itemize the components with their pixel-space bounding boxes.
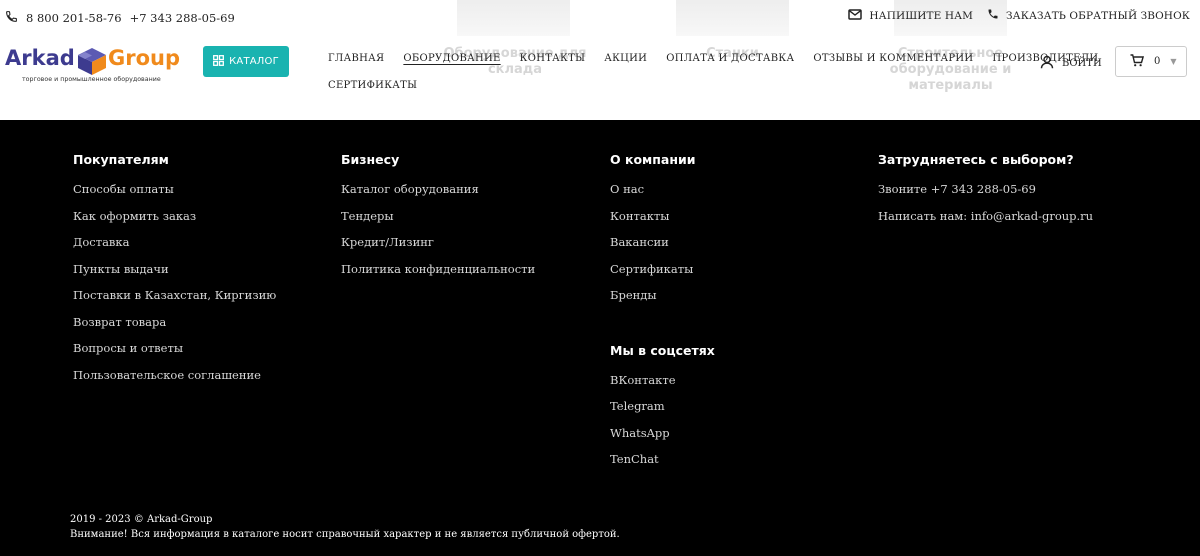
top-bar: 8 800 201-58-76 +7 343 288-05-69 НАПИШИТ… [0, 0, 1200, 32]
nav-item-equipment[interactable]: ОБОРУДОВАНИЕ [403, 52, 500, 66]
phone-number-2[interactable]: +7 343 288-05-69 [130, 11, 235, 25]
footer-link[interactable]: Бренды [610, 288, 715, 315]
footer-link[interactable]: Контакты [610, 209, 715, 236]
copyright-text: 2019 - 2023 © Arkad-Group [70, 514, 213, 525]
footer-link[interactable]: Вопросы и ответы [73, 341, 276, 368]
main-nav: ГЛАВНАЯ ОБОРУДОВАНИЕ КОНТАКТЫ АКЦИИ ОПЛА… [328, 52, 1098, 93]
social-link-telegram[interactable]: Telegram [610, 399, 715, 426]
social-link-vk[interactable]: ВКонтакте [610, 373, 715, 400]
chevron-down-icon: ▼ [1170, 57, 1177, 66]
footer-phone-link[interactable]: Звоните +7 343 288-05-69 [878, 182, 1093, 209]
footer-link[interactable]: Вакансии [610, 235, 715, 262]
site-footer: Покупателям Способы оплаты Как оформить … [0, 120, 1200, 556]
footer-column-title: О компании [610, 152, 696, 167]
footer-column-title: Покупателям [73, 152, 169, 167]
nav-item-payment-delivery[interactable]: ОПЛАТА И ДОСТАВКА [666, 52, 794, 66]
login-button[interactable]: ВОЙТИ [1040, 55, 1102, 72]
catalog-button-label: КАТАЛОГ [229, 56, 279, 67]
footer-link[interactable]: Пользовательское соглашение [73, 368, 276, 395]
footer-link[interactable]: Как оформить заказ [73, 209, 276, 236]
nav-item-promotions[interactable]: АКЦИИ [604, 52, 647, 66]
nav-item-home[interactable]: ГЛАВНАЯ [328, 52, 384, 66]
login-label: ВОЙТИ [1062, 58, 1102, 69]
write-us-label: НАПИШИТЕ НАМ [869, 9, 974, 22]
footer-link[interactable]: Кредит/Лизинг [341, 235, 535, 262]
callback-link[interactable]: ЗАКАЗАТЬ ОБРАТНЫЙ ЗВОНОК [987, 8, 1190, 23]
footer-column-title: Затрудняетесь с выбором? [878, 152, 1074, 167]
site-logo[interactable]: Arkad Group торговое и промышленное обор… [5, 44, 185, 88]
social-link-whatsapp[interactable]: WhatsApp [610, 426, 715, 453]
footer-column-buyers: Покупателям Способы оплаты Как оформить … [73, 152, 276, 394]
cart-button[interactable]: 0 ▼ [1115, 46, 1187, 77]
footer-email-link[interactable]: Написать нам: info@arkad-group.ru [878, 209, 1093, 236]
social-link-tenchat[interactable]: TenChat [610, 452, 715, 479]
write-us-link[interactable]: НАПИШИТЕ НАМ [848, 8, 974, 23]
footer-column-title: Бизнесу [341, 152, 400, 167]
catalog-button[interactable]: КАТАЛОГ [203, 46, 289, 77]
mail-icon [848, 8, 863, 23]
social-links: ВКонтакте Telegram WhatsApp TenChat [610, 373, 715, 479]
grid-icon [213, 54, 225, 69]
phone-icon [5, 8, 18, 27]
footer-column-help: Затрудняетесь с выбором? Звоните +7 343 … [878, 152, 1093, 235]
user-icon [1040, 55, 1054, 72]
phone-number-1[interactable]: 8 800 201-58-76 [26, 11, 122, 25]
cart-icon [1130, 52, 1145, 71]
nav-item-certificates[interactable]: СЕРТИФИКАТЫ [328, 79, 417, 93]
logo-tagline: торговое и промышленное оборудование [22, 76, 161, 83]
copyright-block: 2019 - 2023 © Arkad-Group Внимание! Вся … [70, 513, 620, 542]
footer-link[interactable]: Каталог оборудования [341, 182, 535, 209]
footer-link[interactable]: Сертификаты [610, 262, 715, 289]
footer-link[interactable]: Поставки в Казахстан, Киргизию [73, 288, 276, 315]
top-actions: НАПИШИТЕ НАМ ЗАКАЗАТЬ ОБРАТНЫЙ ЗВОНОК [848, 8, 1190, 23]
phone-block: 8 800 201-58-76 +7 343 288-05-69 [5, 8, 235, 27]
footer-link[interactable]: Тендеры [341, 209, 535, 236]
footer-link[interactable]: Способы оплаты [73, 182, 276, 209]
footer-link[interactable]: О нас [610, 182, 715, 209]
disclaimer-text: Внимание! Вся информация в каталоге носи… [70, 528, 620, 540]
footer-link[interactable]: Доставка [73, 235, 276, 262]
social-section-title: Мы в соцсетях [610, 342, 715, 358]
logo-word-group: Group [108, 46, 181, 70]
nav-item-reviews[interactable]: ОТЗЫВЫ И КОММЕНТАРИИ [813, 52, 973, 66]
callback-label: ЗАКАЗАТЬ ОБРАТНЫЙ ЗВОНОК [1006, 9, 1190, 22]
footer-link[interactable]: Пункты выдачи [73, 262, 276, 289]
site-header: Оборудование для склада Станки Строитель… [0, 0, 1200, 120]
nav-item-contacts[interactable]: КОНТАКТЫ [520, 52, 586, 66]
logo-word-arkad: Arkad [5, 46, 75, 70]
cart-count: 0 [1154, 56, 1161, 67]
footer-column-company: О компании О нас Контакты Вакансии Серти… [610, 152, 715, 479]
footer-column-business: Бизнесу Каталог оборудования Тендеры Кре… [341, 152, 535, 288]
footer-link[interactable]: Политика конфиденциальности [341, 262, 535, 289]
footer-link[interactable]: Возврат товара [73, 315, 276, 342]
phone-callback-icon [987, 8, 999, 23]
